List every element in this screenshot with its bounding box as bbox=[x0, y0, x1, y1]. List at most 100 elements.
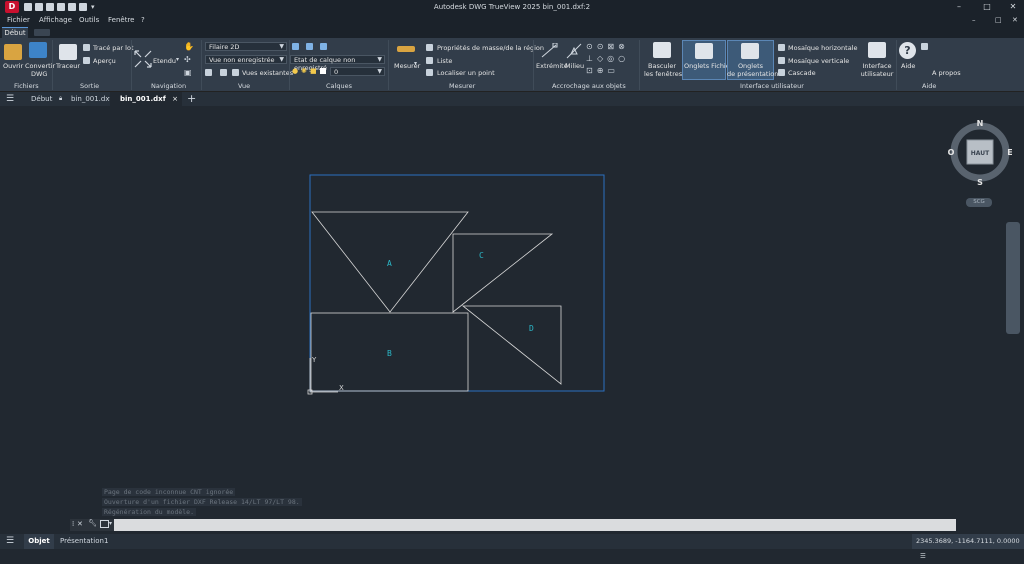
plotter-button[interactable]: Traceur bbox=[56, 62, 80, 70]
maximize-button[interactable]: □ bbox=[980, 2, 994, 11]
ucs-icon: Y X bbox=[307, 356, 344, 395]
chevron-down-icon: ▼ bbox=[279, 56, 284, 63]
tile-horizontal-icon[interactable] bbox=[778, 44, 785, 51]
viewcube[interactable]: HAUT N S E O bbox=[948, 118, 1013, 187]
shape-d[interactable] bbox=[461, 305, 562, 385]
file-tab-start[interactable]: Début bbox=[31, 92, 52, 106]
command-prompt-icon[interactable] bbox=[100, 520, 109, 528]
shape-c[interactable] bbox=[452, 233, 554, 313]
layer-state-icon[interactable] bbox=[306, 43, 313, 50]
snap-center-icon[interactable]: ⊙⊙⊠⊗ bbox=[586, 42, 629, 51]
midpoint-button[interactable]: Milieu bbox=[565, 62, 584, 70]
snap-perpendicular-icon[interactable]: ⊥◇◎○ bbox=[586, 54, 629, 63]
tile-vertical-button[interactable]: Mosaïque verticale bbox=[788, 57, 849, 65]
existing-views-button[interactable]: Vues existantes bbox=[242, 69, 293, 77]
ruler-icon[interactable] bbox=[397, 46, 415, 52]
locate-point-button[interactable]: Localiser un point bbox=[437, 69, 495, 77]
close-button[interactable]: ✕ bbox=[1006, 2, 1020, 11]
plotter-icon[interactable] bbox=[59, 44, 77, 60]
orbit-icon[interactable]: ✣ bbox=[184, 55, 191, 64]
about-button[interactable]: A propos bbox=[932, 69, 961, 77]
extents-button[interactable]: Etendu bbox=[153, 57, 176, 65]
saved-view-select[interactable]: Vue non enregistrée ▼ bbox=[205, 55, 287, 64]
compass-north[interactable]: N bbox=[977, 119, 984, 128]
ribbon-tab-debut[interactable]: Début bbox=[2, 27, 28, 38]
command-line-input[interactable] bbox=[70, 519, 956, 531]
doc-minimize-button[interactable]: – bbox=[972, 16, 976, 24]
menu-view[interactable]: Affichage bbox=[39, 16, 72, 24]
visual-style-select[interactable]: Filaire 2D ▼ bbox=[205, 42, 287, 51]
wcs-menu-button[interactable]: SCG bbox=[966, 198, 992, 207]
chevron-down-icon[interactable]: ▾ bbox=[109, 520, 112, 527]
layer-select[interactable]: 0 ▼ bbox=[330, 67, 385, 76]
list-button[interactable]: Liste bbox=[437, 57, 452, 65]
measure-dropdown-icon[interactable]: ▾ bbox=[414, 60, 417, 67]
layout-menu-icon[interactable]: ☰ bbox=[6, 534, 20, 549]
open-button[interactable]: Ouvrir bbox=[3, 62, 23, 70]
model-space-canvas[interactable]: A B C D Y X bbox=[0, 106, 1024, 518]
midpoint-icon[interactable] bbox=[566, 43, 582, 59]
layer-properties-icon[interactable] bbox=[292, 43, 299, 50]
extents-dropdown-icon[interactable]: ▾ bbox=[176, 56, 179, 63]
switch-windows-button[interactable]: Basculer bbox=[644, 62, 680, 70]
locate-point-icon[interactable] bbox=[426, 69, 433, 76]
file-tab-bin-001[interactable]: bin_001.dxf bbox=[71, 92, 112, 106]
menu-file[interactable]: Fichier bbox=[7, 16, 30, 24]
showmotion-icon[interactable]: ▣ bbox=[184, 68, 192, 77]
tile-horizontal-button[interactable]: Mosaïque horizontale bbox=[788, 44, 858, 52]
menu-window[interactable]: Fenêtre bbox=[108, 16, 134, 24]
views-icon[interactable] bbox=[205, 69, 212, 76]
model-tab[interactable]: Objet bbox=[24, 534, 54, 549]
minimize-button[interactable]: – bbox=[952, 2, 966, 11]
switch-windows-icon[interactable] bbox=[653, 42, 671, 58]
menu-tools[interactable]: Outils bbox=[79, 16, 99, 24]
endpoint-button[interactable]: Extrémité bbox=[536, 62, 568, 70]
compass-south[interactable]: S bbox=[977, 178, 983, 187]
user-interface-button[interactable]: Interface bbox=[858, 62, 896, 70]
compass-west[interactable]: O bbox=[948, 148, 955, 157]
doc-restore-button[interactable]: □ bbox=[995, 16, 1002, 24]
panel-divider bbox=[639, 40, 640, 90]
compass-east[interactable]: E bbox=[1007, 148, 1012, 157]
menu-help[interactable]: ? bbox=[141, 16, 145, 24]
panel-divider bbox=[201, 40, 202, 90]
layer-tools-icon[interactable] bbox=[320, 43, 327, 50]
mass-properties-icon[interactable] bbox=[426, 44, 433, 51]
new-tab-icon[interactable]: + bbox=[187, 92, 196, 106]
named-views-icon[interactable] bbox=[220, 69, 227, 76]
snap-insert-icon[interactable]: ⊡⊕▭ bbox=[586, 66, 619, 75]
doc-close-button[interactable]: ✕ bbox=[1012, 16, 1018, 24]
existing-views-icon[interactable] bbox=[232, 69, 239, 76]
preview-button[interactable]: Aperçu bbox=[93, 57, 116, 65]
convert-button[interactable]: Convertir bbox=[25, 62, 55, 70]
help-button[interactable]: Aide bbox=[901, 62, 915, 70]
extents-icon[interactable] bbox=[134, 50, 152, 68]
file-tab-bin-001-active[interactable]: bin_001.dxf × bbox=[110, 92, 182, 106]
convert-dwg-icon[interactable] bbox=[29, 42, 47, 58]
close-icon[interactable]: ✕ bbox=[77, 520, 83, 528]
pan-icon[interactable]: ✋ bbox=[184, 42, 194, 51]
batch-plot-button[interactable]: Tracé par lot bbox=[93, 44, 134, 52]
status-customize-icon[interactable]: ☰ bbox=[920, 552, 926, 560]
ribbon-toggle-icon[interactable] bbox=[34, 29, 50, 36]
mass-properties-button[interactable]: Propriétés de masse/de la région bbox=[437, 44, 544, 52]
batch-plot-icon[interactable] bbox=[83, 44, 90, 51]
grip-icon[interactable]: ⁞ bbox=[72, 520, 74, 528]
cascade-icon[interactable] bbox=[778, 69, 785, 76]
help-extra-icon[interactable] bbox=[921, 43, 928, 50]
close-tab-icon[interactable]: × bbox=[172, 92, 178, 106]
list-icon[interactable] bbox=[426, 57, 433, 64]
cascade-button[interactable]: Cascade bbox=[788, 69, 816, 77]
tile-vertical-icon[interactable] bbox=[778, 57, 785, 64]
folder-icon[interactable] bbox=[4, 44, 22, 60]
endpoint-icon[interactable] bbox=[540, 43, 558, 59]
layout-tab[interactable]: Présentation1 bbox=[60, 534, 108, 549]
navigation-bar[interactable] bbox=[1006, 222, 1020, 334]
preview-icon[interactable] bbox=[83, 57, 90, 64]
user-interface-icon[interactable] bbox=[868, 42, 886, 58]
help-icon[interactable]: ? bbox=[899, 42, 916, 59]
layer-state-select[interactable]: Etat de calque non enregistré ▼ bbox=[290, 55, 385, 72]
wrench-icon[interactable]: 🔧︎ bbox=[88, 519, 97, 527]
hamburger-menu-icon[interactable]: ☰ bbox=[6, 92, 20, 106]
drawing-svg[interactable]: A B C D Y X bbox=[0, 106, 1024, 518]
